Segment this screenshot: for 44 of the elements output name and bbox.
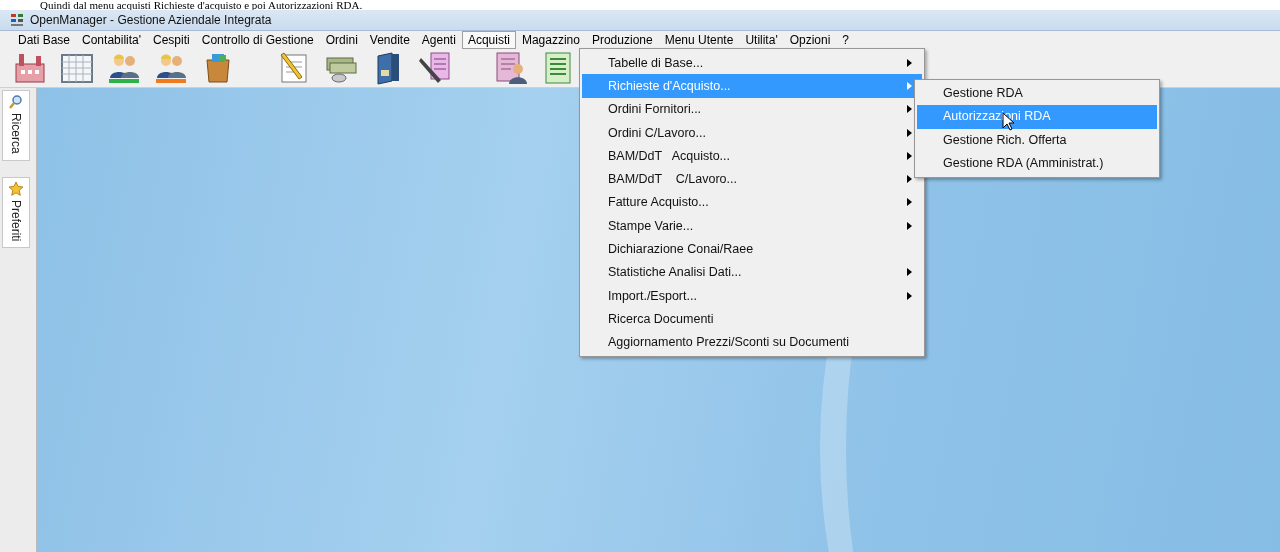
submenu-arrow-icon bbox=[907, 268, 912, 277]
menu-item[interactable]: Agenti bbox=[415, 31, 462, 49]
app-icon bbox=[10, 13, 24, 27]
side-tab[interactable]: Ricerca bbox=[2, 90, 30, 161]
menu-item[interactable]: Tabelle di Base... bbox=[582, 51, 922, 75]
menu-item[interactable]: Contabilita' bbox=[76, 31, 148, 49]
menu-item[interactable]: Ordini bbox=[319, 31, 364, 49]
menu-item[interactable]: Dichiarazione Conai/Raee bbox=[582, 237, 922, 261]
side-tab-label: Ricerca bbox=[9, 113, 23, 154]
submenu-arrow-icon bbox=[907, 175, 912, 184]
menu-item[interactable]: Acquisti bbox=[461, 31, 516, 49]
menu-item[interactable]: Cespiti bbox=[147, 31, 196, 49]
submenu-arrow-icon bbox=[907, 58, 912, 67]
person-document-icon[interactable] bbox=[493, 50, 529, 86]
submenu-arrow-icon bbox=[907, 81, 912, 90]
menu-item[interactable]: Magazzino bbox=[515, 31, 586, 49]
pen-document-icon[interactable] bbox=[417, 50, 453, 86]
submenu-arrow-icon bbox=[907, 198, 912, 207]
menu-item[interactable]: Ricerca Documenti bbox=[582, 307, 922, 331]
menu-item[interactable]: ? bbox=[836, 31, 856, 49]
menu-item[interactable]: Opzioni bbox=[783, 31, 837, 49]
menu-item[interactable]: Import./Esport... bbox=[582, 283, 922, 308]
menu-item[interactable]: Gestione RDA (Amministrat.) bbox=[917, 151, 1157, 176]
window-title: OpenManager - Gestione Aziendale Integrata bbox=[30, 13, 272, 27]
submenu-arrow-icon bbox=[907, 221, 912, 230]
menu-item[interactable]: Fatture Acquisto... bbox=[582, 190, 922, 215]
menu-item[interactable]: Gestione Rich. Offerta bbox=[917, 128, 1157, 152]
submenu-arrow-icon bbox=[907, 151, 912, 160]
menu-item[interactable]: Controllo di Gestione bbox=[195, 31, 320, 49]
menu-item[interactable]: Vendite bbox=[363, 31, 416, 49]
side-tab-label: Preferiti bbox=[9, 199, 23, 242]
menu-item[interactable]: Menu Utente bbox=[658, 31, 740, 49]
side-tab[interactable]: Preferiti bbox=[2, 176, 30, 249]
menu-item[interactable]: Stampe Varie... bbox=[582, 214, 922, 238]
menu-item[interactable]: Aggiornamento Prezzi/Sconti su Documenti bbox=[582, 330, 922, 354]
menu-item[interactable]: Utilita' bbox=[739, 31, 784, 49]
submenu-arrow-icon bbox=[907, 105, 912, 114]
search-icon bbox=[8, 94, 24, 110]
submenu-arrow-icon bbox=[907, 128, 912, 137]
menu-item[interactable]: Dati Base bbox=[12, 31, 77, 49]
star-icon bbox=[8, 180, 24, 197]
submenu-arrow-icon bbox=[907, 291, 912, 300]
menu-item[interactable]: Produzione bbox=[585, 31, 659, 49]
menu-item[interactable]: Statistiche Analisi Dati... bbox=[582, 260, 922, 284]
